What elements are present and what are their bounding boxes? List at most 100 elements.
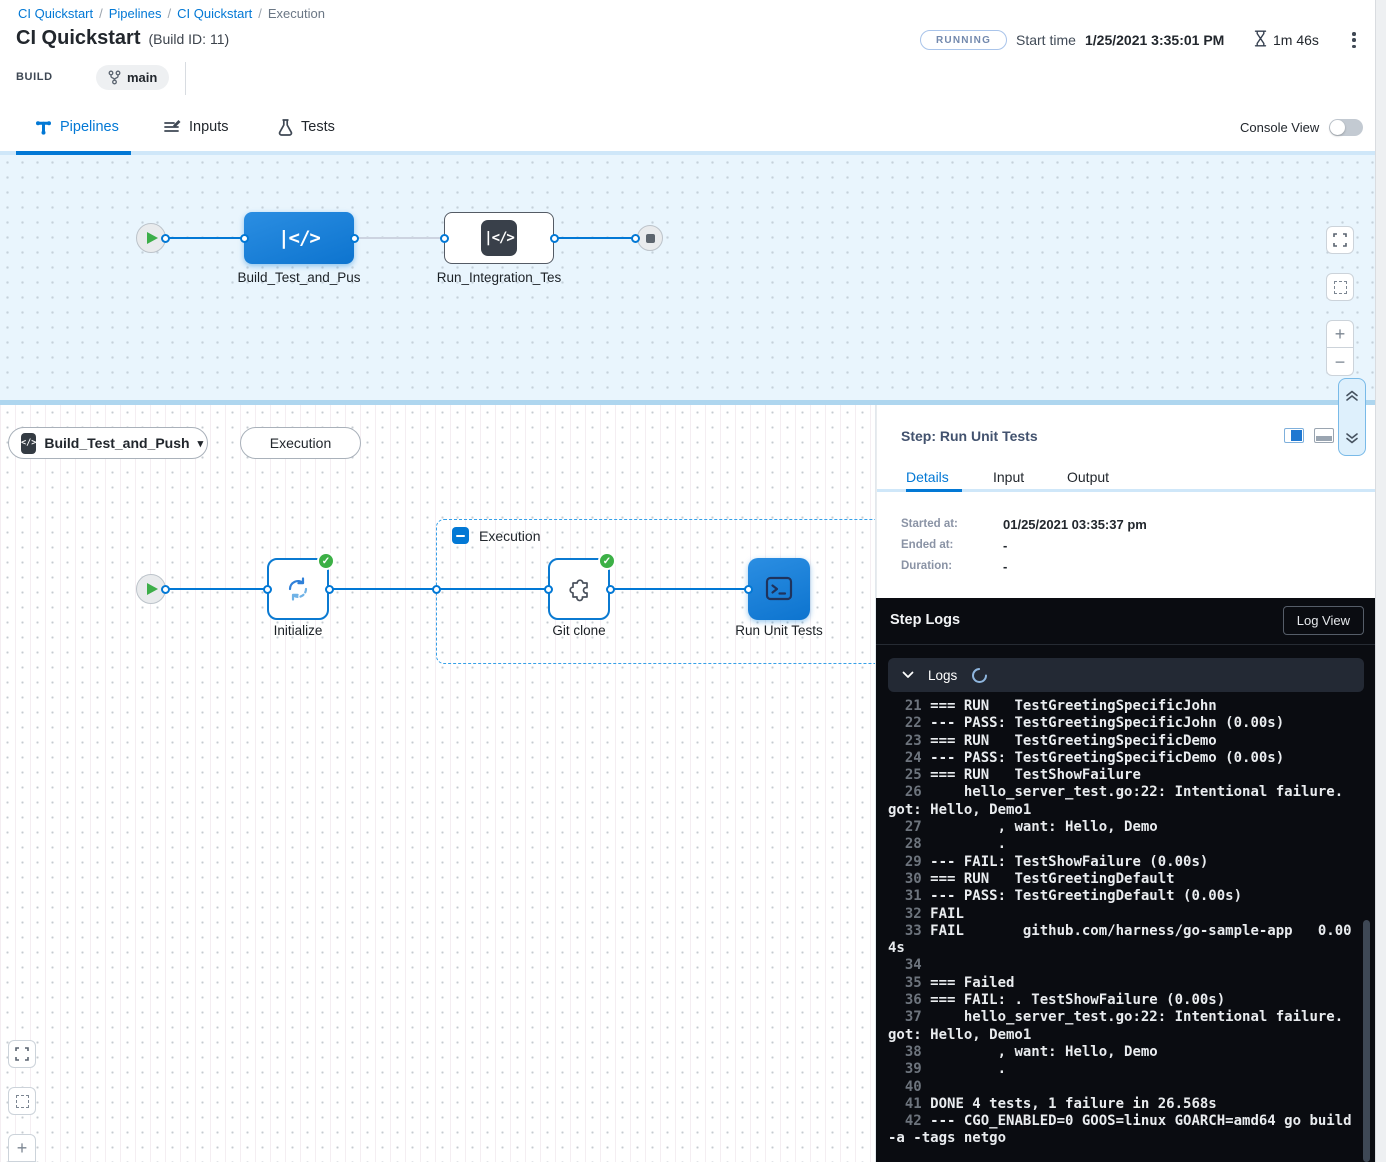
- log-line-number: 41: [888, 1096, 930, 1112]
- stage-node-run-integration-tests[interactable]: |</>: [444, 212, 554, 264]
- log-line: 35 === Failed: [888, 975, 1360, 992]
- step-logs-header: Step Logs Log View: [876, 598, 1375, 645]
- log-view-button[interactable]: Log View: [1283, 606, 1364, 635]
- title-row: CI Quickstart (Build ID: 11): [16, 27, 229, 50]
- log-scrollbar-thumb[interactable]: [1363, 920, 1370, 1162]
- log-line-text: --- FAIL: TestShowFailure (0.00s): [930, 854, 1208, 870]
- chevron-down-icon: ▾: [198, 437, 204, 450]
- tab-output[interactable]: Output: [1067, 469, 1109, 485]
- log-line-text: --- PASS: TestGreetingSpecificDemo (0.00…: [930, 750, 1284, 766]
- detail-value: 01/25/2021 03:35:37 pm: [1003, 517, 1147, 532]
- breadcrumb-item[interactable]: Pipelines: [109, 6, 162, 21]
- log-line-text: FAIL: [930, 906, 964, 922]
- log-line-text: === RUN TestGreetingDefault: [930, 871, 1174, 887]
- breadcrumb-item[interactable]: CI Quickstart: [177, 6, 252, 21]
- step-node-git-clone[interactable]: ✓: [548, 558, 610, 620]
- collapse-group-button[interactable]: [452, 527, 469, 544]
- tab-tests[interactable]: Tests: [278, 103, 335, 151]
- log-line-number: 37: [888, 1009, 930, 1025]
- loading-spinner-icon: [971, 667, 988, 684]
- start-time-value: 1/25/2021 3:35:01 PM: [1085, 32, 1224, 48]
- connector-port: [544, 585, 553, 594]
- zoom-in-button[interactable]: +: [8, 1134, 36, 1162]
- log-line: 28 .: [888, 836, 1360, 853]
- console-view-label: Console View: [1240, 120, 1319, 135]
- fit-to-screen-button[interactable]: [8, 1087, 36, 1115]
- step-tab-active-indicator: [906, 489, 962, 492]
- header-divider: [185, 62, 186, 95]
- log-line: 24 --- PASS: TestGreetingSpecificDemo (0…: [888, 750, 1360, 767]
- fullscreen-button[interactable]: [1326, 226, 1354, 254]
- plus-icon: +: [1335, 325, 1346, 343]
- zoom-in-button[interactable]: +: [1326, 320, 1354, 348]
- connector-port: [550, 234, 559, 243]
- panel-resize-chevrons-button[interactable]: [1338, 378, 1366, 456]
- stage-node-build-test-and-push[interactable]: |</>: [244, 212, 354, 264]
- log-line-number: 32: [888, 906, 930, 922]
- connector-edge: [166, 237, 244, 239]
- layout-right-split-button[interactable]: [1284, 428, 1304, 443]
- connector-port: [325, 585, 334, 594]
- execution-pill[interactable]: Execution: [240, 427, 361, 459]
- detail-label: Duration:: [901, 560, 952, 572]
- success-check-icon: ✓: [598, 552, 616, 570]
- log-line: 31 --- PASS: TestGreetingDefault (0.00s): [888, 888, 1360, 905]
- breadcrumb-item[interactable]: CI Quickstart: [18, 6, 93, 21]
- stage-selector-dropdown[interactable]: </> Build_Test_and_Push ▾: [8, 427, 208, 459]
- log-line-text: .: [930, 836, 1006, 852]
- connector-port: [631, 234, 640, 243]
- log-line: 36 === FAIL: . TestShowFailure (0.00s): [888, 992, 1360, 1009]
- fit-to-screen-button[interactable]: [1326, 273, 1354, 301]
- log-line-number: 39: [888, 1061, 930, 1077]
- inputs-icon: [163, 119, 181, 135]
- tab-inputs[interactable]: Inputs: [163, 103, 229, 151]
- log-line: 22 --- PASS: TestGreetingSpecificJohn (0…: [888, 715, 1360, 732]
- breadcrumb-item: Execution: [268, 6, 325, 21]
- log-line: 21 === RUN TestGreetingSpecificJohn: [888, 698, 1360, 715]
- minus-icon: −: [1335, 353, 1346, 371]
- logs-section-toggle[interactable]: Logs: [888, 658, 1364, 692]
- detail-row: Duration: -: [901, 560, 1361, 581]
- log-line: 42 --- CGO_ENABLED=0 GOOS=linux GOARCH=a…: [888, 1113, 1360, 1148]
- tab-input[interactable]: Input: [993, 469, 1024, 485]
- log-line: 34: [888, 957, 1360, 974]
- connector-port: [161, 234, 170, 243]
- connector-port: [744, 585, 753, 594]
- log-line-number: 29: [888, 854, 930, 870]
- pipeline-canvas[interactable]: |</> Build_Test_and_Pus |</> Run_Integra…: [0, 155, 1375, 400]
- page-scrollbar-track[interactable]: [1375, 0, 1386, 1162]
- connector-port: [350, 234, 359, 243]
- detail-value: -: [1003, 559, 1007, 574]
- log-line-text: === RUN TestGreetingSpecificJohn: [930, 698, 1217, 714]
- log-line-number: 38: [888, 1044, 930, 1060]
- log-line-number: 23: [888, 733, 930, 749]
- layout-bottom-split-button[interactable]: [1314, 428, 1334, 443]
- connector-edge: [166, 588, 267, 590]
- log-line-number: 36: [888, 992, 930, 1008]
- step-node-run-unit-tests[interactable]: [748, 558, 810, 620]
- detail-row: Ended at:-: [901, 539, 1361, 560]
- log-line: 29 --- FAIL: TestShowFailure (0.00s): [888, 854, 1360, 871]
- flask-icon: [278, 119, 293, 136]
- step-node-initialize[interactable]: ✓: [267, 558, 329, 620]
- step-node-label: Initialize: [218, 623, 378, 638]
- stage-canvas[interactable]: </> Build_Test_and_Push ▾ Execution Exec…: [0, 405, 876, 1162]
- zoom-out-button[interactable]: −: [1326, 348, 1354, 376]
- console-view-toggle[interactable]: [1329, 119, 1363, 136]
- tab-pipelines[interactable]: Pipelines: [35, 103, 119, 151]
- ci-codebase-icon: |</>: [278, 227, 320, 249]
- log-line-text: === RUN TestShowFailure: [930, 767, 1141, 783]
- log-line-text: === Failed: [930, 975, 1014, 991]
- step-logs-title: Step Logs: [890, 612, 960, 628]
- fullscreen-button[interactable]: [8, 1040, 36, 1068]
- tab-label: Pipelines: [60, 119, 119, 135]
- branch-chip[interactable]: main: [96, 65, 169, 90]
- log-line: 23 === RUN TestGreetingSpecificDemo: [888, 733, 1360, 750]
- step-node-label: Run Unit Tests: [699, 623, 859, 638]
- more-options-button[interactable]: [1346, 31, 1362, 49]
- log-lines[interactable]: 21 === RUN TestGreetingSpecificJohn 22 -…: [888, 698, 1360, 1148]
- log-line: 32 FAIL: [888, 906, 1360, 923]
- tab-details[interactable]: Details: [906, 469, 949, 485]
- log-line-text: DONE 4 tests, 1 failure in 26.568s: [930, 1096, 1217, 1112]
- connector-edge: [610, 588, 748, 590]
